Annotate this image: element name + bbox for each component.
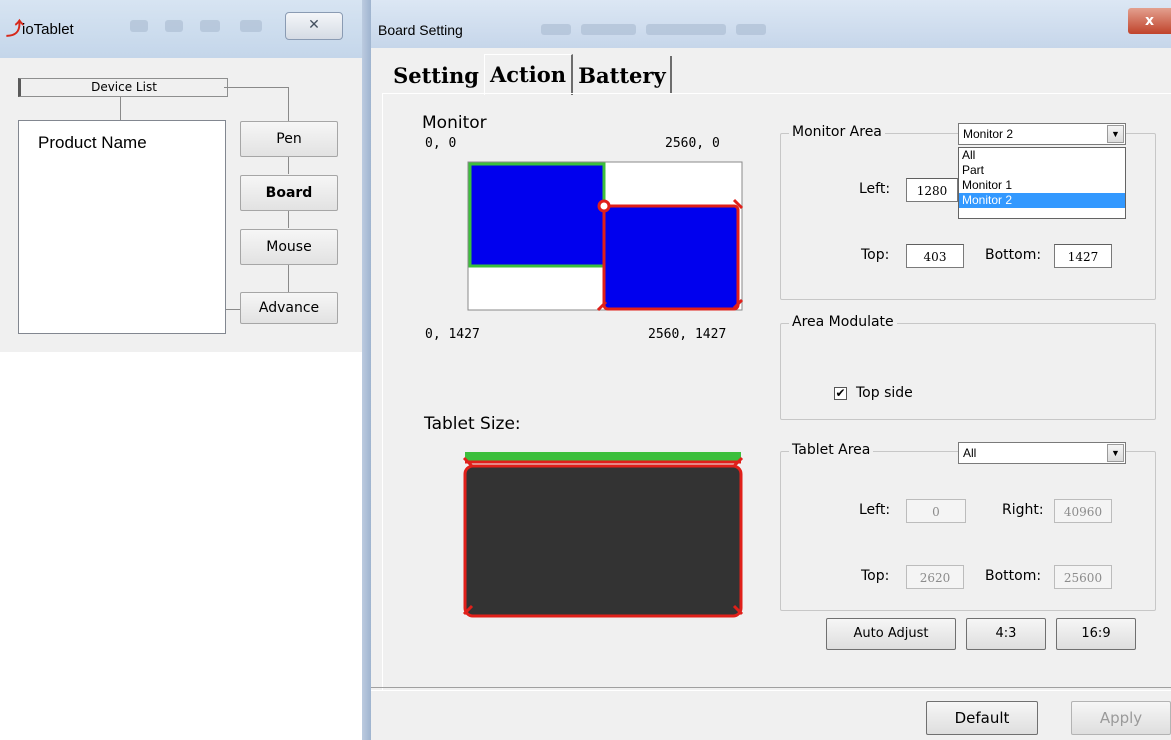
board-close-button[interactable]: x xyxy=(1128,8,1171,34)
tablet-area-selected: All xyxy=(963,446,977,460)
tree-line xyxy=(288,210,289,228)
iotablet-close-button[interactable]: ✕ xyxy=(285,12,343,40)
iotablet-titlebar[interactable]: ⤴ ioTablet ✕ xyxy=(0,0,362,58)
monitor-coord-top-right: 2560, 0 xyxy=(665,136,720,151)
default-button[interactable]: Default xyxy=(926,701,1038,735)
area-modulate-group xyxy=(780,323,1156,420)
tree-line xyxy=(224,309,240,310)
device-list[interactable]: Product Name xyxy=(18,120,226,334)
close-icon: ✕ xyxy=(308,17,320,33)
iotablet-window: ⤴ ioTablet ✕ Device List Product Name Pe… xyxy=(0,0,362,352)
monitor-coord-bottom-right: 2560, 1427 xyxy=(648,327,727,342)
advance-button[interactable]: Advance xyxy=(240,292,338,324)
monitor-bottom-label: Bottom: xyxy=(985,247,1042,263)
check-icon: ✔ xyxy=(835,386,846,400)
area-modulate-title: Area Modulate xyxy=(789,314,897,330)
tablet-area-select[interactable]: All ▼ xyxy=(958,442,1126,464)
ratio-16-9-button[interactable]: 16:9 xyxy=(1056,618,1136,650)
dropdown-option[interactable]: All xyxy=(959,148,1125,163)
tablet-bottom-label: Bottom: xyxy=(985,568,1042,584)
board-window-frame xyxy=(362,0,371,740)
monitor-left-field[interactable]: 1280 xyxy=(906,178,958,202)
monitor-coord-bottom-left: 0, 1427 xyxy=(425,327,480,342)
monitor-area-dropdown-list[interactable]: All Part Monitor 1 Monitor 2 xyxy=(958,147,1126,219)
auto-adjust-button[interactable]: Auto Adjust xyxy=(826,618,956,650)
board-window-title: Board Setting xyxy=(378,22,463,38)
monitor-coord-top-left: 0, 0 xyxy=(425,136,457,151)
tablet-area-title: Tablet Area xyxy=(789,442,874,458)
monitor-preview[interactable] xyxy=(462,156,748,316)
iotablet-logo-icon: ⤴ xyxy=(6,19,24,40)
tree-line xyxy=(288,264,289,292)
resize-handle xyxy=(597,199,611,213)
chevron-down-icon[interactable]: ▼ xyxy=(1107,125,1124,143)
device-list-header: Device List xyxy=(18,78,228,97)
tab-battery[interactable]: Battery xyxy=(574,56,672,94)
monitor-heading: Monitor xyxy=(422,113,487,133)
tablet-size-heading: Tablet Size: xyxy=(424,414,521,434)
ratio-4-3-button[interactable]: 4:3 xyxy=(966,618,1046,650)
dropdown-option[interactable]: Monitor 1 xyxy=(959,178,1125,193)
monitor-area-selected: Monitor 2 xyxy=(963,127,1014,141)
tablet-right-field[interactable]: 40960 xyxy=(1054,499,1112,523)
dropdown-option-selected[interactable]: Monitor 2 xyxy=(959,193,1125,208)
tablet-left-field[interactable]: 0 xyxy=(906,499,966,523)
monitor-2-rect xyxy=(602,204,740,311)
top-side-label: Top side xyxy=(856,385,913,401)
tablet-top-label: Top: xyxy=(861,568,890,584)
tree-line xyxy=(288,156,289,174)
tab-action[interactable]: Action xyxy=(484,54,573,95)
board-button[interactable]: Board xyxy=(240,175,338,211)
tablet-left-label: Left: xyxy=(859,502,891,518)
tablet-right-label: Right: xyxy=(1002,502,1044,518)
tablet-top-field[interactable]: 2620 xyxy=(906,565,964,589)
tree-line xyxy=(120,97,121,120)
device-list-item[interactable]: Product Name xyxy=(38,133,147,153)
monitor-area-select[interactable]: Monitor 2 ▼ xyxy=(958,123,1126,145)
dropdown-option[interactable]: Part xyxy=(959,163,1125,178)
monitor-bottom-field[interactable]: 1427 xyxy=(1054,244,1112,268)
monitor-1-rect xyxy=(468,162,606,268)
apply-button[interactable]: Apply xyxy=(1071,701,1171,735)
footer-divider xyxy=(371,687,1171,691)
iotablet-body: Device List Product Name Pen Board Mouse… xyxy=(0,58,362,352)
tablet-preview[interactable] xyxy=(460,450,748,620)
close-icon: x xyxy=(1144,13,1155,29)
pen-button[interactable]: Pen xyxy=(240,121,338,157)
mouse-button[interactable]: Mouse xyxy=(240,229,338,265)
tab-setting[interactable]: Setting xyxy=(389,56,483,94)
tree-line xyxy=(288,87,289,121)
iotablet-title: ioTablet xyxy=(22,21,74,38)
chevron-down-icon[interactable]: ▼ xyxy=(1107,444,1124,462)
tablet-active-area xyxy=(463,464,743,618)
tablet-bottom-field[interactable]: 25600 xyxy=(1054,565,1112,589)
monitor-top-label: Top: xyxy=(861,247,890,263)
monitor-left-label: Left: xyxy=(859,181,891,197)
board-titlebar[interactable] xyxy=(371,0,1171,48)
top-side-checkbox[interactable]: ✔ xyxy=(834,387,847,400)
tree-line xyxy=(224,87,288,88)
monitor-area-title: Monitor Area xyxy=(789,124,885,140)
monitor-top-field[interactable]: 403 xyxy=(906,244,964,268)
